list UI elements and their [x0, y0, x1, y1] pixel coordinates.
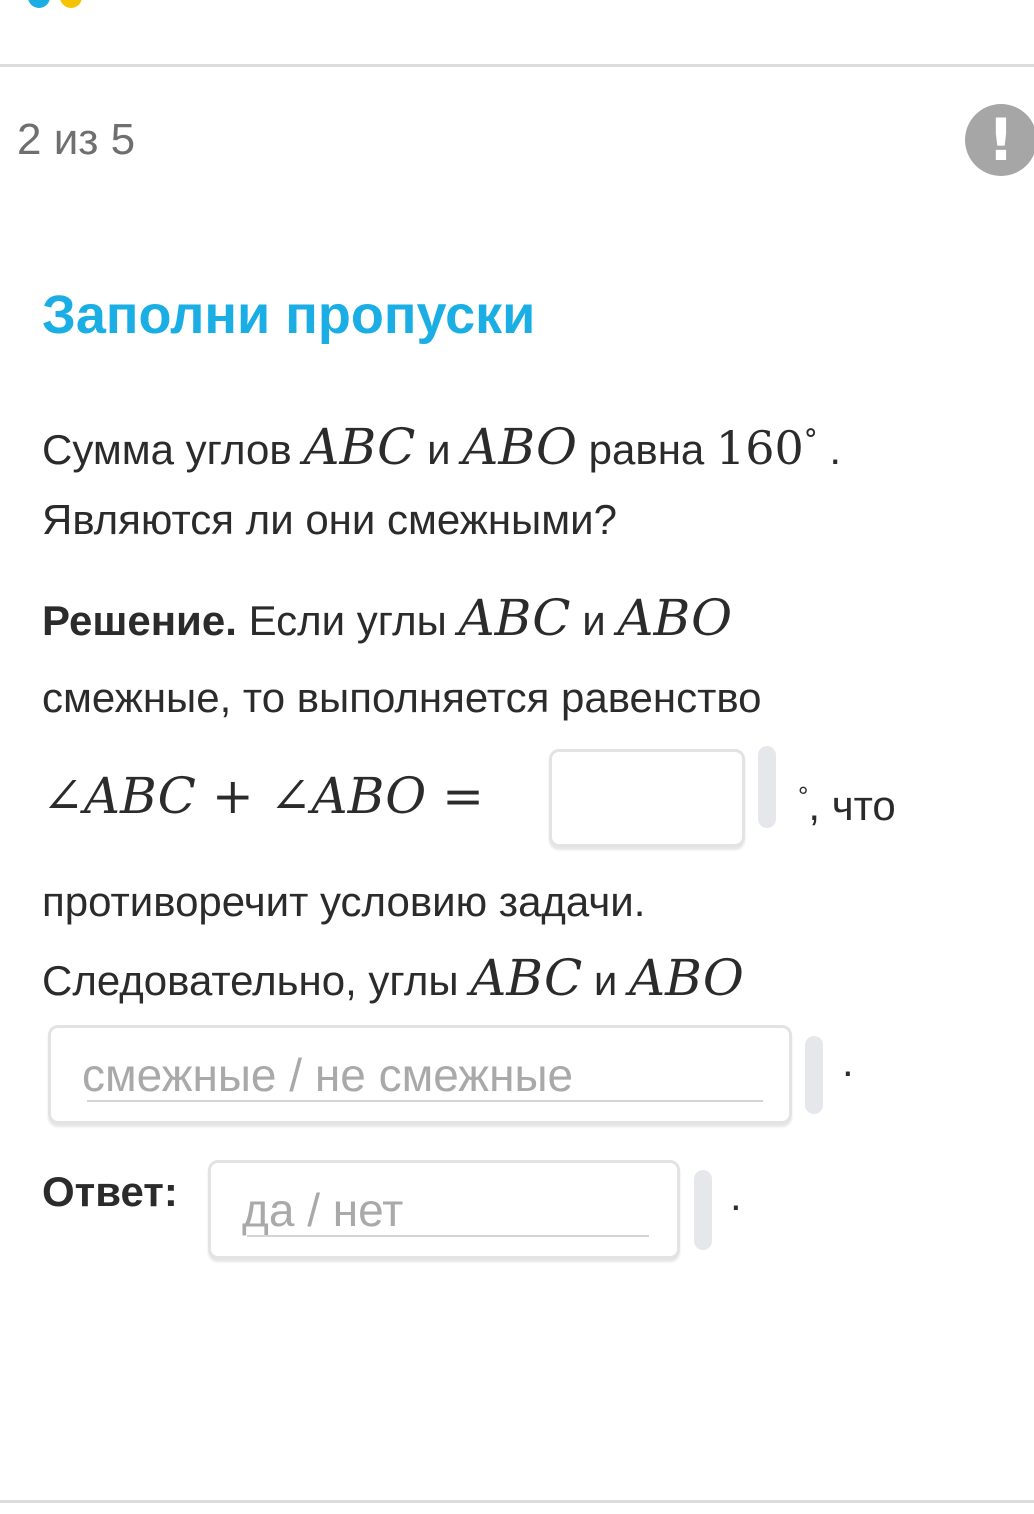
top-bar	[0, 0, 1034, 64]
math-abc: ABC	[458, 589, 571, 647]
degree-sign: °	[803, 423, 818, 456]
conclusion-text: Следовательно, углы	[42, 957, 471, 1004]
degree-sign: °	[798, 781, 809, 811]
math-abc: ABC	[470, 949, 583, 1007]
solution-label: Решение.	[42, 597, 237, 644]
equation-after: , что	[808, 782, 896, 829]
conj: и	[582, 957, 630, 1004]
report-button[interactable]: !	[965, 104, 1034, 176]
header-divider	[0, 64, 1034, 67]
task-title: Заполни пропуски	[42, 285, 536, 345]
dropdown-scrollbar	[805, 1036, 823, 1114]
question-line-1: Сумма углов ABC и ABO равна 160° .	[42, 412, 841, 478]
angle-sum-input[interactable]	[549, 749, 745, 847]
adjacency-dropdown[interactable]: смежные / не смежные	[48, 1025, 792, 1124]
solution-text: Если углы	[236, 597, 459, 644]
logo-dots	[28, 0, 88, 8]
dropdown-placeholder: смежные / не смежные	[82, 1049, 574, 1101]
math-abo: ABO	[462, 418, 577, 476]
equation-tail: °, что	[798, 768, 896, 834]
exclamation-icon: !	[987, 106, 1015, 174]
answer-placeholder: да / нет	[242, 1184, 404, 1236]
question-text: равна	[577, 426, 716, 473]
answer-underline	[247, 1235, 649, 1237]
progress-counter: 2 из 5	[17, 115, 136, 164]
math-value: 160	[715, 421, 804, 475]
question-text: Сумма углов	[42, 426, 304, 473]
conj: и	[570, 597, 618, 644]
question-end: .	[817, 426, 842, 473]
solution-line-1: Решение. Если углы ABC и ABO	[42, 590, 732, 649]
logo-dot-yellow	[60, 0, 82, 8]
math-abo: ABO	[617, 589, 733, 647]
conj: и	[415, 426, 463, 473]
equation: ∠ABC + ∠ABO =	[42, 767, 485, 825]
conclusion-line: Следовательно, углы ABC и ABO	[42, 950, 744, 1009]
footer-divider	[0, 1500, 1034, 1503]
contradiction-line: противоречит условию задачи.	[42, 878, 646, 925]
period: .	[730, 1172, 742, 1219]
dropdown-underline	[87, 1100, 763, 1102]
logo-dot-blue	[28, 0, 50, 8]
equation-line: ∠ABC + ∠ABO =	[42, 768, 484, 827]
question-line-2: Являются ли они смежными?	[42, 496, 617, 543]
period: .	[842, 1038, 854, 1085]
math-abo: ABO	[629, 949, 744, 1007]
input-scrollbar	[758, 746, 776, 828]
answer-scrollbar	[694, 1170, 712, 1250]
answer-label: Ответ:	[42, 1168, 178, 1215]
answer-dropdown[interactable]: да / нет	[208, 1160, 680, 1259]
math-abc: ABC	[303, 418, 416, 476]
solution-line-2: смежные, то выполняется равенство	[42, 674, 762, 721]
